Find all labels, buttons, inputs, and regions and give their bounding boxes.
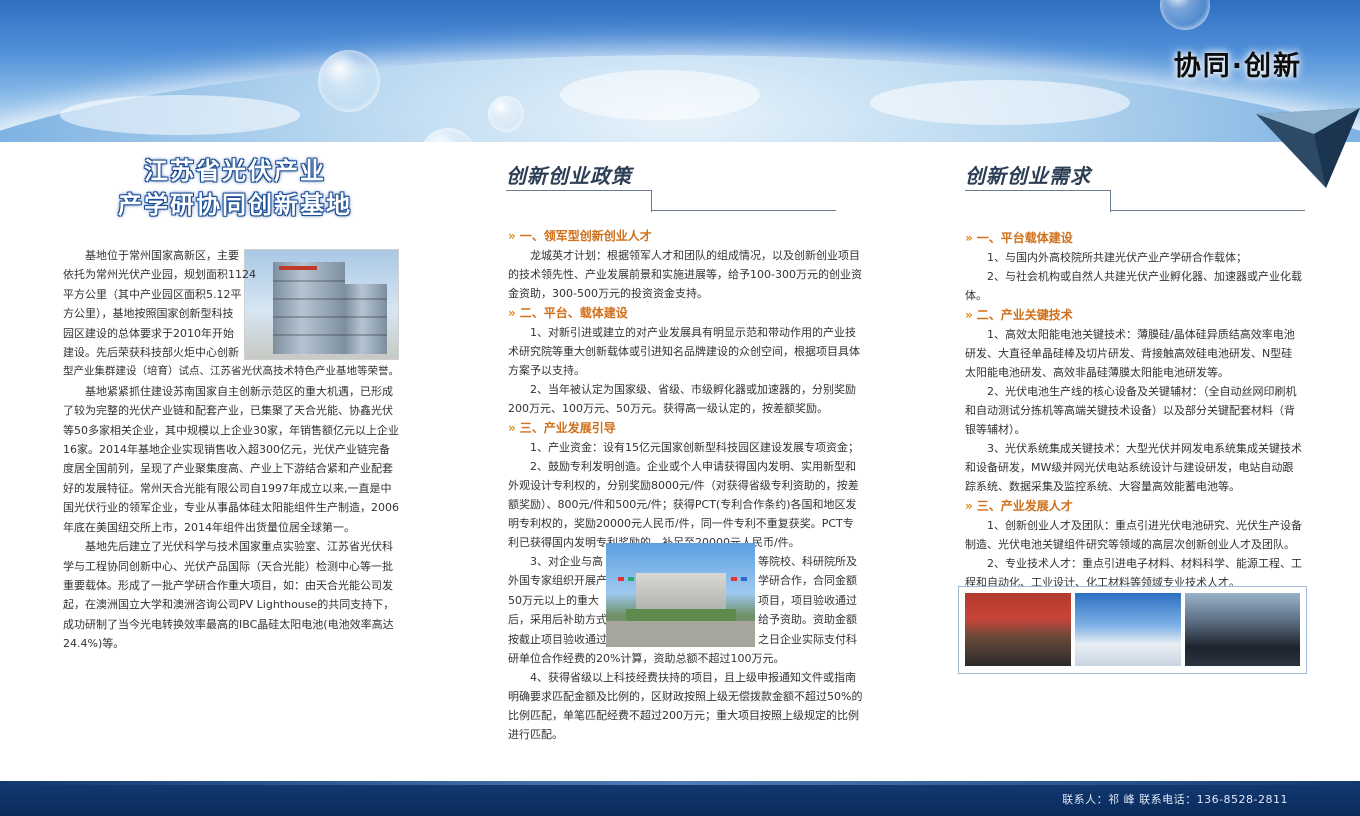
bubble-icon [318,50,380,112]
section-title: » 三、产业发展引导 [508,421,616,435]
left-column: 基地位于常州国家高新区，主要 依托为常州光伏产业园，规划面积1124 平方公里（… [63,246,399,654]
left-paragraph: 基地紧紧抓住建设苏南国家自主创新示范区的重大机遇，已形成了较为完整的光伏产业链和… [63,384,399,534]
plaza-photo [606,543,755,647]
section-title: » 一、领军型创新创业人才 [508,229,652,243]
section-title: » 一、平台载体建设 [965,231,1073,245]
section-title: » 二、平台、载体建设 [508,306,628,320]
bubble-icon [1160,0,1210,30]
left-title: 江苏省光伏产业 产学研协同创新基地 [118,157,352,219]
left-paragraph: 基地先后建立了光伏科学与技术国家重点实验室、江苏省光伏科学与工程协同创新中心、光… [63,540,395,651]
section-title: » 三、产业发展人才 [965,499,1073,513]
demand-heading: 创新创业需求 [965,160,1305,212]
right-column: » 一、平台载体建设 1、与国内外高校院所共建光伏产业产学研合作载体； 2、与社会… [965,228,1303,592]
policy-heading: 创新创业政策 [506,160,836,212]
bubble-icon [488,96,524,132]
middle-column: » 一、领军型创新创业人才 龙城英才计划：根据领军人才和团队的组成情况，以及创新创… [508,226,864,744]
brand-title: 协同·创新 [1173,51,1302,82]
header-banner: 协同·创新 [0,0,1360,142]
event-photo-strip [958,586,1307,674]
contact-info: 联系人：祁 峰 联系电话：136-8528-2811 [1062,793,1288,806]
section-title: » 二、产业关键技术 [965,308,1073,322]
footer-bar: 联系人：祁 峰 联系电话：136-8528-2811 [0,781,1360,816]
